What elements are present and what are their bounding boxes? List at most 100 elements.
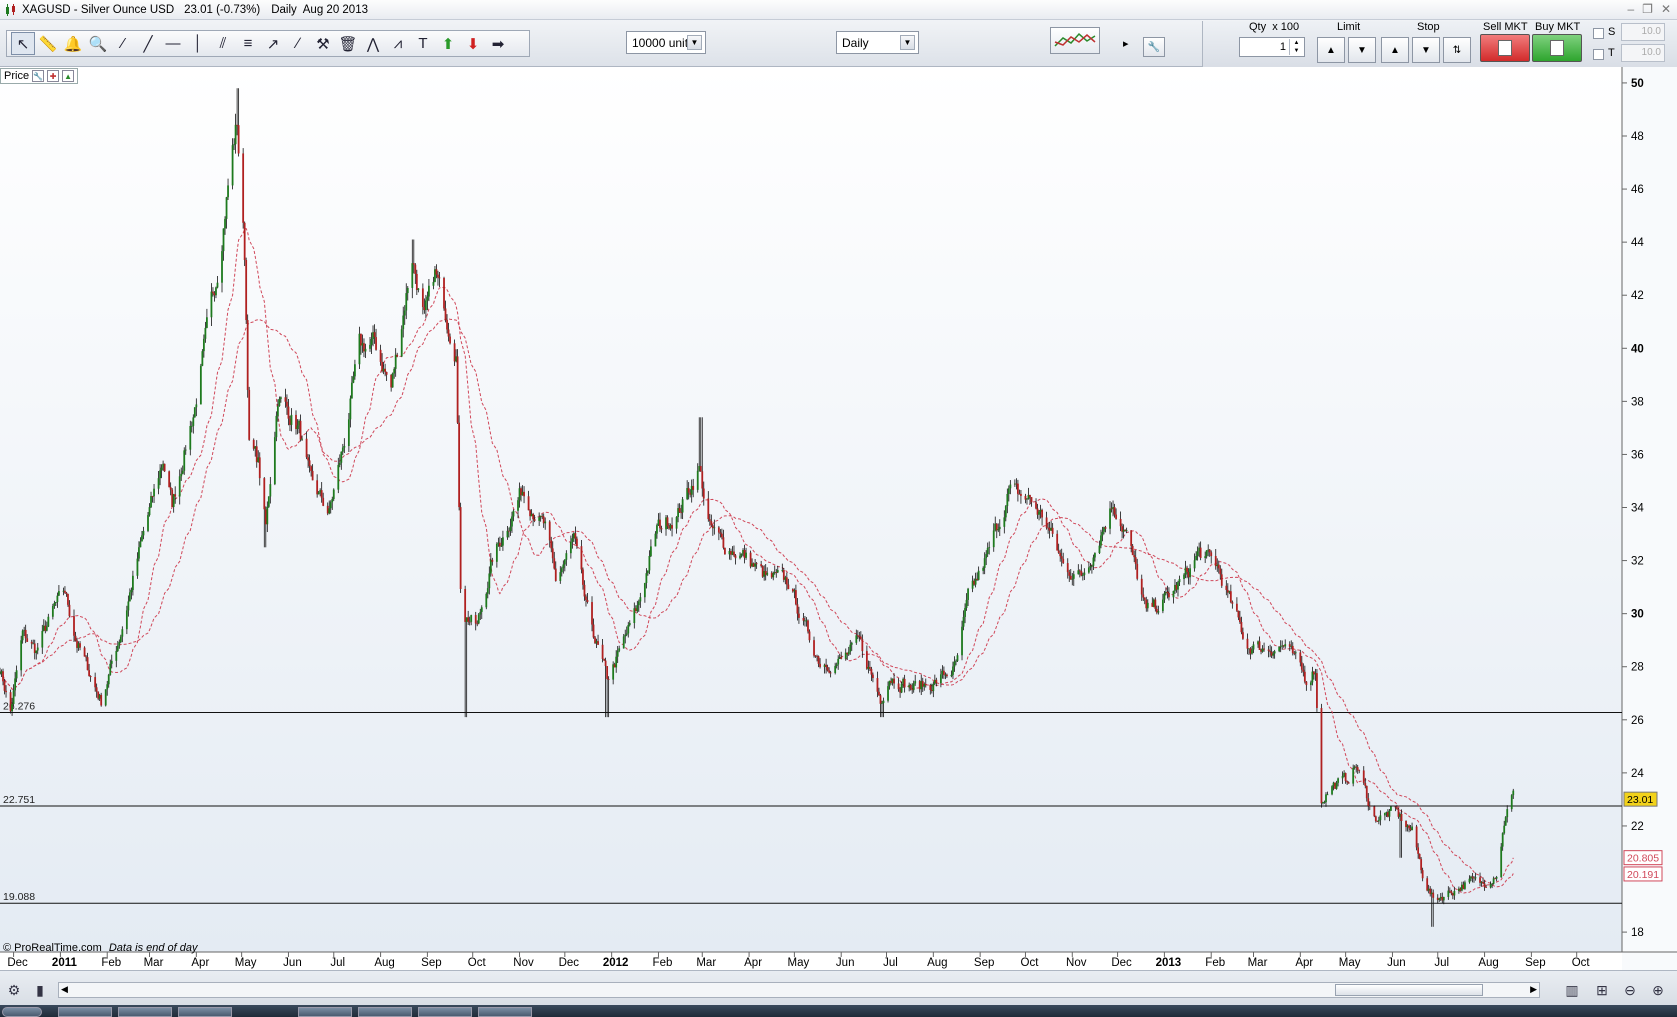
chevron-down-icon[interactable]: ▼ [687, 35, 702, 50]
candle-up [14, 678, 17, 691]
parallel-channel-icon[interactable]: ⫽ [211, 32, 235, 55]
candle-up [565, 553, 568, 560]
candle-up [964, 607, 966, 617]
taskbar-app[interactable] [358, 1007, 412, 1017]
candle-up [1071, 578, 1074, 580]
trendline-icon[interactable]: ⁄ [111, 32, 135, 55]
candle-up [329, 502, 332, 509]
candle-up [405, 293, 408, 311]
minimize-icon[interactable]: – [1627, 2, 1634, 16]
zigzag-icon[interactable]: ⋀ [361, 32, 385, 55]
trash-icon[interactable]: 🗑 [336, 32, 360, 55]
zoom-in-icon[interactable]: ⊕ [1648, 980, 1668, 1000]
candle-up [125, 610, 128, 630]
collapse-arrow-icon[interactable]: ▸ [1123, 37, 1129, 50]
zoom-icon[interactable]: 🔍 [86, 32, 110, 55]
line-tool-icon[interactable]: ∕ [286, 32, 310, 55]
chart-scrollbar[interactable]: ◀ ▶ [58, 982, 1540, 998]
candle-up [1309, 682, 1312, 686]
candle-up [486, 588, 489, 594]
add-indicator-icon[interactable]: ✚ [47, 70, 60, 82]
candle-down [1302, 669, 1305, 672]
right-arrow-icon[interactable]: ➡ [486, 32, 510, 55]
window-symbol: XAGUSD [22, 3, 71, 16]
candle-up [887, 686, 889, 701]
sell-limit-button[interactable]: ▼ [1348, 37, 1376, 63]
buy-stop-button[interactable]: ▲ [1381, 37, 1409, 63]
candle-up [417, 288, 420, 291]
ray-icon[interactable]: ╱ [136, 32, 160, 55]
candle-up [47, 616, 50, 627]
wrench-icon[interactable]: 🔧 [1143, 37, 1165, 57]
title-bar: XAGUSD - Silver Ounce USD 23.01 (-0.73%)… [0, 0, 1677, 20]
scrollbar-thumb[interactable] [1335, 984, 1483, 996]
wrench-icon[interactable]: 🔧 [32, 70, 45, 82]
scroll-right-icon[interactable]: ▶ [1530, 984, 1537, 995]
zoom-out-icon[interactable]: ⊖ [1620, 980, 1640, 1000]
vertical-line-icon[interactable]: │ [186, 32, 210, 55]
candle-down [710, 521, 713, 526]
support-line-label: 26.276 [3, 700, 35, 712]
restore-icon[interactable]: ❐ [1642, 2, 1653, 16]
candle-down [1208, 549, 1211, 553]
candle-down [733, 551, 735, 556]
x-tick-label: Nov [1066, 957, 1087, 969]
candle-up [955, 660, 957, 662]
sell-market-button[interactable] [1480, 34, 1530, 62]
scroll-left-icon[interactable]: ◀ [61, 984, 68, 995]
pointer-icon[interactable]: ↖ [11, 32, 35, 55]
sell-stop-button[interactable]: ▼ [1412, 37, 1440, 63]
order-ticket-icon [1498, 40, 1512, 56]
fibonacci-icon[interactable]: ≡ [236, 32, 260, 55]
qty-stepper[interactable]: ▲ ▼ [1289, 39, 1303, 55]
candle-up [403, 310, 406, 316]
candle-style-icon[interactable]: ▮ [30, 980, 50, 1000]
down-arrow-icon[interactable]: ⬇ [461, 32, 485, 55]
window-instrument-name: Silver Ounce USD [80, 3, 175, 16]
taskbar-app[interactable] [178, 1007, 232, 1017]
close-icon[interactable]: ✕ [1661, 2, 1671, 16]
taskbar-app[interactable] [478, 1007, 532, 1017]
expand-panel-icon[interactable]: ▲ [62, 70, 75, 82]
alarm-bell-icon[interactable]: 🔔 [61, 32, 85, 55]
t-value-field[interactable]: 10.0 [1621, 44, 1665, 62]
taskbar-app[interactable] [418, 1007, 472, 1017]
candle-down [580, 546, 583, 570]
text-tool-icon[interactable]: T [411, 32, 435, 55]
taskbar-app[interactable] [298, 1007, 352, 1017]
x-tick-label: Oct [1021, 957, 1040, 969]
candle-width-icon[interactable]: ▥ [1562, 980, 1582, 1000]
arrow-diagonal-icon[interactable]: ↗ [261, 32, 285, 55]
candle-up [849, 644, 852, 652]
horizontal-line-icon[interactable]: — [161, 32, 185, 55]
candle-up [341, 447, 344, 452]
s-value-field[interactable]: 10.0 [1621, 23, 1665, 41]
units-dropdown[interactable]: 10000 units ▼ [626, 31, 706, 54]
period-dropdown[interactable]: Daily ▼ [836, 31, 919, 54]
price-chart[interactable]: 26.276 22.751 19.088 18 22 24 26 28 30 32 34 36 38 4… [0, 67, 1677, 970]
candle-down [1394, 806, 1397, 808]
zoom-fit-icon[interactable]: ⊞ [1592, 980, 1612, 1000]
candle-up [222, 228, 225, 252]
stop-checkbox[interactable] [1593, 28, 1604, 39]
hammer-icon[interactable]: ⚒ [311, 32, 335, 55]
qty-input[interactable]: 1 ▲ ▼ [1239, 37, 1305, 57]
start-button[interactable] [2, 1007, 42, 1017]
indicators-button[interactable] [1050, 27, 1100, 54]
drawing-tools: ↖ 📏 🔔 🔍 ⁄ ╱ — │ ⫽ ≡ ↗ ∕ ⚒ 🗑 ⋀ ⩘ T ⬆ ⬇ ➡ [6, 30, 530, 57]
stop-order-button[interactable]: ⇅ [1443, 37, 1471, 63]
buy-limit-button[interactable]: ▲ [1317, 37, 1345, 63]
pattern-icon[interactable]: ⩘ [386, 32, 410, 55]
chevron-down-icon[interactable]: ▼ [900, 35, 915, 50]
buy-market-button[interactable] [1532, 34, 1582, 62]
up-arrow-icon[interactable]: ⬆ [436, 32, 460, 55]
taskbar-app[interactable] [118, 1007, 172, 1017]
candle-down [707, 498, 710, 520]
candle-up [997, 529, 1000, 531]
candle-up [1183, 574, 1185, 580]
taskbar-app[interactable] [58, 1007, 112, 1017]
ruler-icon[interactable]: 📏 [36, 32, 60, 55]
target-checkbox[interactable] [1593, 49, 1604, 60]
chart-settings-icon[interactable]: ⚙ [4, 980, 24, 1000]
candle-down [678, 508, 681, 513]
